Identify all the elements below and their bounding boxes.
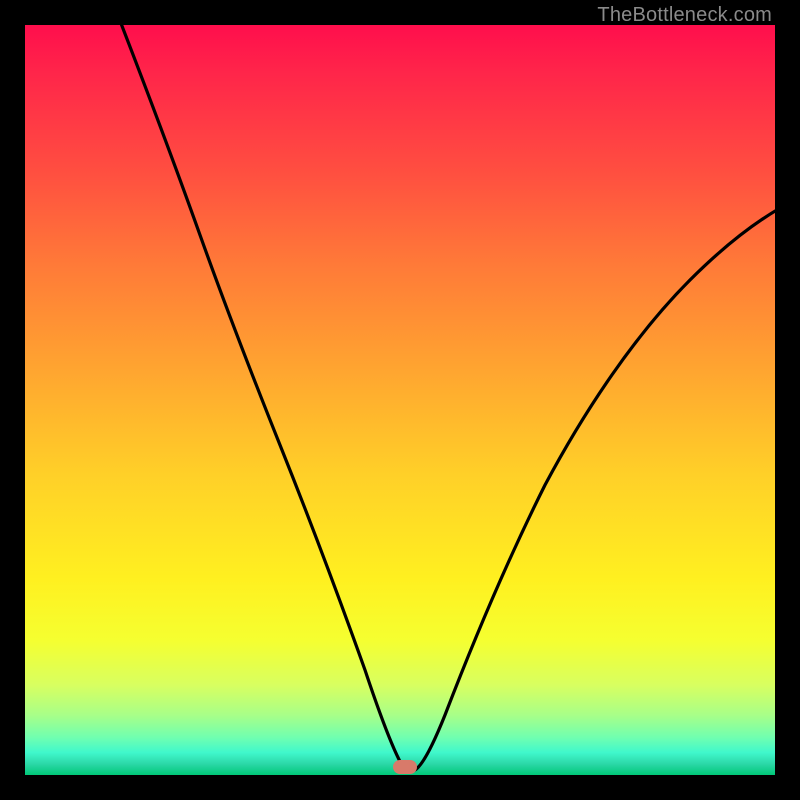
optimal-point-marker	[393, 760, 417, 774]
curve-path	[110, 0, 795, 770]
bottleneck-curve	[25, 25, 775, 775]
watermark-text: TheBottleneck.com	[597, 4, 772, 27]
chart-frame: TheBottleneck.com	[0, 0, 800, 800]
